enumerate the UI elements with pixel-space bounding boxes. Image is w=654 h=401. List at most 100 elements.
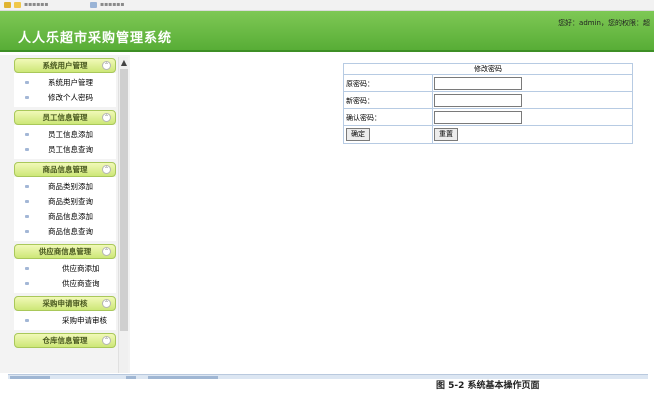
collapse-chevron-icon[interactable]: ⌃: [102, 61, 111, 70]
browser-toolbar-strip: ▪▪▪▪▪▪ ▪▪▪▪▪▪: [0, 0, 654, 11]
menu-group: 仓库信息管理 ⌃: [14, 333, 116, 348]
collapse-chevron-icon[interactable]: ⌃: [102, 299, 111, 308]
menu-item[interactable]: 商品类别查询: [14, 194, 116, 209]
menu-item-label: 商品信息查询: [48, 227, 93, 236]
menu-item[interactable]: 商品信息查询: [14, 224, 116, 239]
submit-button[interactable]: 确定: [346, 128, 370, 141]
new-password-input[interactable]: [434, 94, 522, 107]
new-password-label: 新密码：: [346, 97, 374, 105]
app-title: 人人乐超市采购管理系统: [18, 31, 173, 46]
old-password-row: 原密码：: [344, 75, 632, 92]
menu-group: 采购申请审核 ⌃ 采购申请审核: [14, 296, 116, 330]
bullet-icon: [25, 215, 29, 218]
browser-link-text[interactable]: ▪▪▪▪▪▪: [100, 1, 124, 8]
column-divider: [432, 109, 433, 125]
column-divider: [432, 92, 433, 108]
menu-item-label: 系统用户管理: [48, 78, 93, 87]
menu-group-title: 商品信息管理: [42, 165, 88, 174]
favorite-icon[interactable]: [4, 2, 11, 8]
confirm-password-input[interactable]: [434, 111, 522, 124]
sidebar-scrollbar[interactable]: ▲: [118, 57, 128, 373]
status-segment: [10, 376, 50, 379]
menu-item[interactable]: 修改个人密码: [14, 90, 116, 105]
sidebar-menu: 系统用户管理 ⌃ 系统用户管理 修改个人密码 员工信息管理 ⌃ 员工信息添加 员工信息查询 商品…: [14, 58, 116, 373]
menu-item[interactable]: 商品信息添加: [14, 209, 116, 224]
menu-group-header[interactable]: 仓库信息管理 ⌃: [14, 333, 116, 348]
menu-group-header[interactable]: 员工信息管理 ⌃: [14, 110, 116, 125]
collapse-chevron-icon[interactable]: ⌃: [102, 165, 111, 174]
menu-group-items: 系统用户管理 修改个人密码: [14, 73, 116, 107]
left-frame: 系统用户管理 ⌃ 系统用户管理 修改个人密码 员工信息管理 ⌃ 员工信息添加 员工信息查询 商品…: [0, 55, 130, 373]
menu-item-label: 供应商查询: [62, 279, 100, 288]
form-actions-row: 确定 重置: [344, 126, 632, 143]
menu-group: 员工信息管理 ⌃ 员工信息添加 员工信息查询: [14, 110, 116, 159]
scroll-thumb[interactable]: [120, 69, 128, 331]
old-password-label: 原密码：: [346, 80, 374, 88]
collapse-chevron-icon[interactable]: ⌃: [102, 247, 111, 256]
bullet-icon: [25, 148, 29, 151]
bullet-icon: [25, 96, 29, 99]
status-segment: [126, 376, 136, 379]
confirm-password-label: 确认密码：: [346, 114, 381, 122]
confirm-password-row: 确认密码：: [344, 109, 632, 126]
column-divider: [432, 126, 433, 143]
menu-group-title: 供应商信息管理: [38, 247, 92, 256]
bullet-icon: [25, 282, 29, 285]
menu-group-title: 系统用户管理: [42, 61, 88, 70]
user-info: 您好：admin，您的权限：超: [558, 19, 650, 27]
form-title: 修改密码: [344, 64, 632, 75]
menu-item[interactable]: 供应商添加: [14, 261, 116, 276]
menu-item[interactable]: 商品类别添加: [14, 179, 116, 194]
bullet-icon: [25, 200, 29, 203]
menu-group: 商品信息管理 ⌃ 商品类别添加 商品类别查询 商品信息添加 商品信息查询: [14, 162, 116, 241]
browser-link-text[interactable]: ▪▪▪▪▪▪: [24, 1, 48, 8]
menu-group-items: 供应商添加供应商查询: [14, 259, 116, 293]
menu-group-items: 员工信息添加 员工信息查询: [14, 125, 116, 159]
menu-group-header[interactable]: 供应商信息管理 ⌃: [14, 244, 116, 259]
menu-group-header[interactable]: 商品信息管理 ⌃: [14, 162, 116, 177]
scroll-up-icon[interactable]: ▲: [119, 57, 129, 69]
menu-item-label: 采购申请审核: [62, 316, 107, 325]
menu-item[interactable]: 系统用户管理: [14, 75, 116, 90]
change-password-form: 修改密码 原密码： 新密码： 确认密码： 确定 重置: [343, 63, 633, 144]
column-divider: [432, 75, 433, 91]
app-header: 人人乐超市采购管理系统 您好：admin，您的权限：超: [0, 11, 654, 52]
menu-group-items: 采购申请审核: [14, 311, 116, 330]
menu-group-header[interactable]: 采购申请审核 ⌃: [14, 296, 116, 311]
figure-caption: 图 5-2 系统基本操作页面: [436, 381, 540, 391]
menu-item-label: 供应商添加: [62, 264, 100, 273]
bullet-icon: [25, 133, 29, 136]
menu-item-label: 员工信息查询: [48, 145, 93, 154]
menu-item-label: 商品类别查询: [48, 197, 93, 206]
menu-group: 系统用户管理 ⌃ 系统用户管理 修改个人密码: [14, 58, 116, 107]
menu-group-header[interactable]: 系统用户管理 ⌃: [14, 58, 116, 73]
status-segment: [148, 376, 218, 379]
collapse-chevron-icon[interactable]: ⌃: [102, 113, 111, 122]
bullet-icon: [25, 267, 29, 270]
reset-button[interactable]: 重置: [434, 128, 458, 141]
menu-item-label: 商品信息添加: [48, 212, 93, 221]
menu-group-items: 商品类别添加 商品类别查询 商品信息添加 商品信息查询: [14, 177, 116, 241]
menu-item-label: 商品类别添加: [48, 182, 93, 191]
status-bar: [8, 374, 648, 379]
bullet-icon: [25, 319, 29, 322]
menu-item[interactable]: 供应商查询: [14, 276, 116, 291]
old-password-input[interactable]: [434, 77, 522, 90]
menu-item[interactable]: 采购申请审核: [14, 313, 116, 328]
menu-group-title: 仓库信息管理: [42, 336, 88, 345]
menu-item-label: 修改个人密码: [48, 93, 93, 102]
bookmark-icon[interactable]: [14, 2, 21, 8]
collapse-chevron-icon[interactable]: ⌃: [102, 336, 111, 345]
bullet-icon: [25, 185, 29, 188]
menu-item-label: 员工信息添加: [48, 130, 93, 139]
bottom-area: 图 5-2 系统基本操作页面: [0, 374, 654, 401]
menu-item[interactable]: 员工信息添加: [14, 127, 116, 142]
new-password-row: 新密码：: [344, 92, 632, 109]
bullet-icon: [25, 230, 29, 233]
menu-group-title: 员工信息管理: [42, 113, 88, 122]
menu-group: 供应商信息管理 ⌃ 供应商添加 供应商查询: [14, 244, 116, 293]
bullet-icon: [25, 81, 29, 84]
page-icon[interactable]: [90, 2, 97, 8]
menu-group-title: 采购申请审核: [42, 299, 88, 308]
menu-item[interactable]: 员工信息查询: [14, 142, 116, 157]
